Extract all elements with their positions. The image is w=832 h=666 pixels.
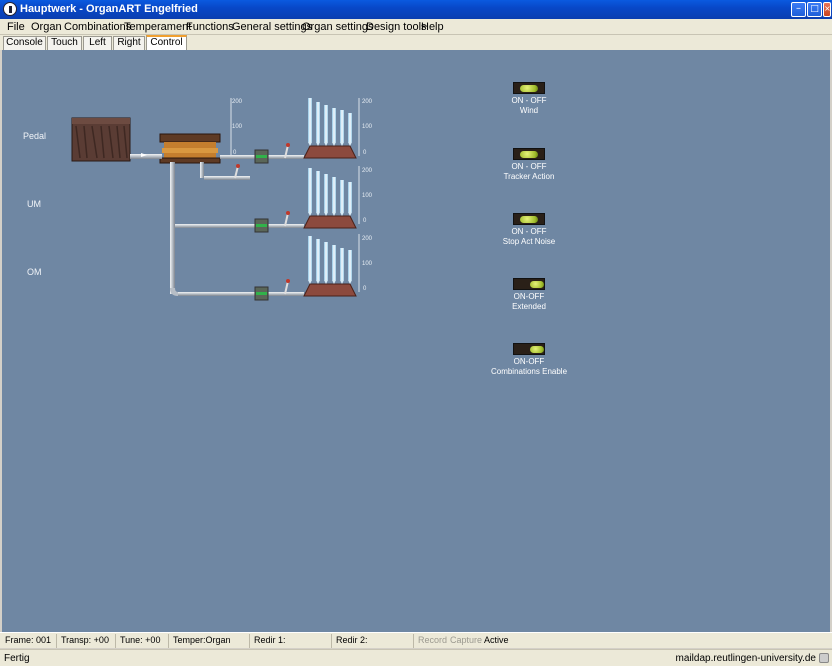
- app-icon: [3, 2, 17, 16]
- tab-right[interactable]: Right: [113, 36, 145, 51]
- menu-temperament[interactable]: Temperament: [124, 21, 191, 33]
- gauge-tick-label: 100: [232, 124, 243, 130]
- status-record: Record: [418, 635, 448, 645]
- um-pipe-rank: [303, 168, 357, 229]
- toggle-state-label: ON - OFF: [511, 96, 547, 105]
- toggle-lamp-icon[interactable]: [513, 213, 545, 225]
- gauge-tick-label: 100: [362, 124, 373, 130]
- status-frame: Frame: 001: [2, 634, 57, 648]
- menu-functions[interactable]: Functions: [186, 21, 234, 33]
- control-panel: Pedal UM OM 200 100 0 200 100 0 200 100 …: [2, 50, 830, 632]
- status-redir-2: Redir 2:: [333, 634, 414, 648]
- title-bar[interactable]: Hauptwerk - OrganART Engelfried – □ ×: [0, 0, 832, 19]
- toggle-name-label: Tracker Action: [503, 172, 555, 181]
- toggle-name-label: Wind: [519, 106, 539, 115]
- menu-general-settings[interactable]: General settings: [232, 21, 312, 33]
- tab-control[interactable]: Control: [146, 35, 187, 51]
- toggle-lamp-icon[interactable]: [513, 148, 545, 160]
- close-icon[interactable]: ×: [823, 2, 831, 17]
- pedal-pipe-rank: [303, 98, 357, 159]
- om-pipe-rank: [303, 236, 357, 297]
- toggle-lamp-icon[interactable]: [513, 343, 545, 355]
- pedal-pipe: [220, 155, 256, 159]
- gauge-tick-label: 0: [363, 286, 367, 292]
- gauge-tick-label: 100: [362, 261, 373, 267]
- tab-touch[interactable]: Touch: [47, 36, 82, 51]
- menu-combinations[interactable]: Combinations: [64, 21, 131, 33]
- tab-console[interactable]: Console: [3, 36, 46, 51]
- gauge-tick-label: 200: [232, 99, 243, 105]
- menu-help[interactable]: Help: [421, 21, 444, 33]
- gauge-tick-label: 0: [363, 218, 367, 224]
- toggle-name-label: Stop Act Noise: [502, 237, 556, 246]
- tab-left[interactable]: Left: [83, 36, 112, 51]
- menu-organ[interactable]: Organ: [31, 21, 62, 33]
- resize-grip-icon[interactable]: [819, 653, 829, 663]
- maximize-icon[interactable]: □: [807, 2, 822, 17]
- status-transp: Transp: +00: [58, 634, 116, 648]
- wind-system-diagram: 200 100 0 200 100 0 200 100 0 200 100 0: [71, 98, 373, 301]
- minimize-icon[interactable]: –: [791, 2, 806, 17]
- toggle-combinations-enable[interactable]: ON-OFF Combinations Enable: [484, 343, 574, 377]
- status-temper: Temper:Organ: [170, 634, 250, 648]
- status-redir-1: Redir 1:: [251, 634, 332, 648]
- menu-organ-settings[interactable]: Organ settings: [302, 21, 374, 33]
- host-label: maildap.reutlingen-university.de: [675, 653, 816, 664]
- gauge-tick-label: 200: [362, 236, 373, 242]
- toggle-state-label: ON - OFF: [511, 162, 547, 171]
- toggle-tracker-action[interactable]: ON - OFF Tracker Action: [484, 148, 574, 182]
- om-pipe: [178, 292, 255, 296]
- status-capture: Capture: [450, 635, 483, 645]
- toggle-state-label: ON-OFF: [513, 292, 545, 301]
- toggle-wind[interactable]: ON - OFF Wind: [484, 82, 574, 116]
- gauge-tick-label: 200: [362, 99, 373, 105]
- reservoir: [159, 133, 221, 164]
- gauge-tick-label: 0: [363, 150, 367, 156]
- status-tune: Tune: +00: [117, 634, 169, 648]
- toggle-name-label: Extended: [512, 302, 546, 311]
- browser-status-bar: Fertig maildap.reutlingen-university.de: [0, 649, 832, 666]
- tab-bar: Console Touch Left Right Control: [0, 35, 832, 51]
- om-valve: [254, 286, 269, 301]
- status-bar: Frame: 001 Transp: +00 Tune: +00 Temper:…: [0, 632, 832, 648]
- scale-lines: [230, 98, 360, 292]
- main-trunk-pipe: [170, 162, 175, 294]
- um-valve: [254, 218, 269, 233]
- status-active: Active: [484, 635, 509, 645]
- app-window: Hauptwerk - OrganART Engelfried – □ × Fi…: [0, 0, 832, 666]
- menu-bar: File Organ Combinations Temperament Func…: [0, 19, 832, 35]
- toggle-state-label: ON-OFF: [513, 357, 545, 366]
- gauge-tick-label: 200: [362, 168, 373, 174]
- toggle-lamp-icon[interactable]: [513, 82, 545, 94]
- toggle-lamp-icon[interactable]: [513, 278, 545, 290]
- load-status: Fertig: [4, 653, 30, 664]
- um-pipe: [175, 224, 255, 228]
- blower-box: [71, 117, 131, 162]
- toggle-name-label: Combinations Enable: [490, 367, 568, 376]
- menu-design-tools[interactable]: Design tools: [366, 21, 427, 33]
- toggle-extended[interactable]: ON-OFF Extended: [484, 278, 574, 312]
- toggle-stop-act-noise[interactable]: ON - OFF Stop Act Noise: [484, 213, 574, 247]
- gauge-tick-label: 100: [362, 193, 373, 199]
- menu-file[interactable]: File: [7, 21, 25, 33]
- tremulant-pipe: [204, 176, 250, 180]
- pedal-valve: [254, 149, 269, 164]
- window-title: Hauptwerk - OrganART Engelfried: [20, 3, 198, 15]
- toggle-state-label: ON - OFF: [511, 227, 547, 236]
